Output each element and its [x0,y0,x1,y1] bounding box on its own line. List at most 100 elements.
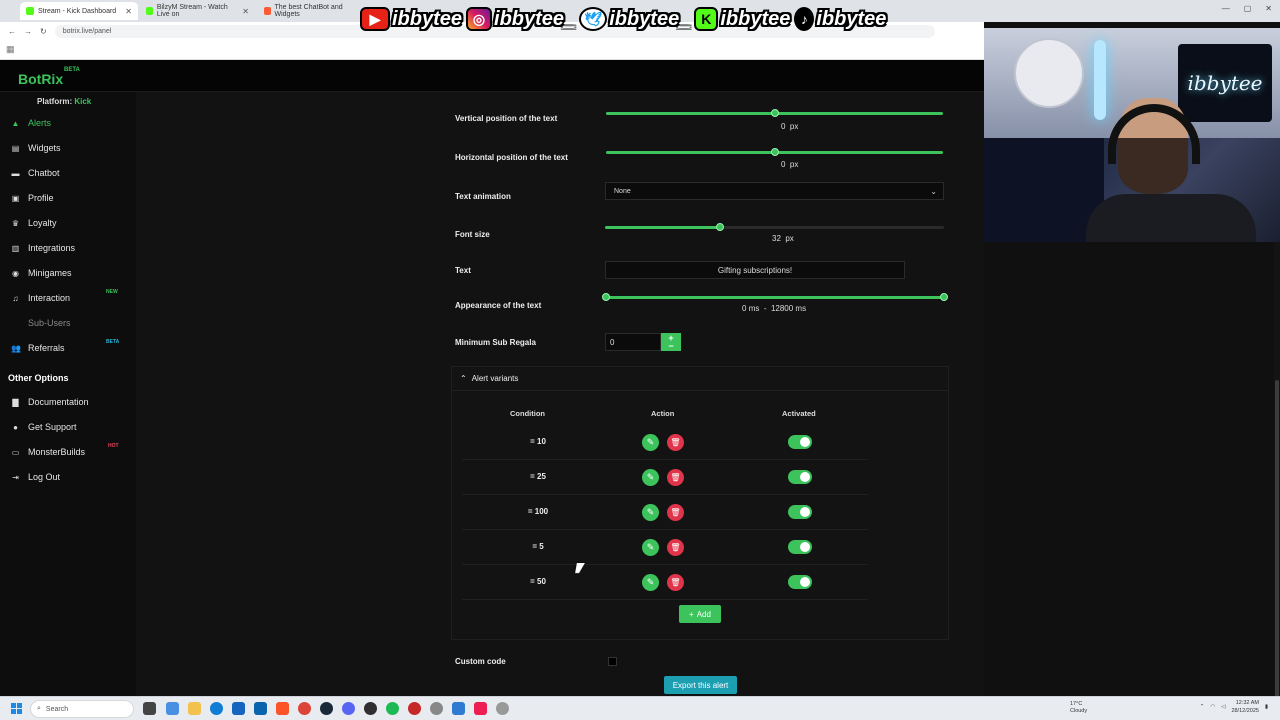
edit-button[interactable]: ✎ [642,469,659,486]
sidebar-item-get-support[interactable]: ● Get Support [0,417,136,437]
value-unit: px [789,122,799,131]
sidebar-item-referrals[interactable]: 👥 Referrals BETA [0,338,136,358]
plus-icon: + [689,609,694,619]
task-view-icon[interactable] [143,702,156,715]
file-explorer-icon[interactable] [188,702,201,715]
edit-button[interactable]: ✎ [642,539,659,556]
users-icon: 👥 [11,343,21,353]
delete-button[interactable]: 🗑 [667,539,684,556]
sidebar-item-label: Profile [28,193,54,203]
close-tab-icon[interactable]: ✕ [242,7,249,16]
range-end-thumb[interactable] [940,293,948,301]
forward-icon[interactable]: → [24,27,32,36]
alert-text-input[interactable]: Gifting subscriptions! [605,261,905,279]
sidebar-item-alerts[interactable]: ▲ Alerts [0,113,136,133]
delete-button[interactable]: 🗑 [667,504,684,521]
system-tray: ⌃ ◠ ◁ 12:32 AM 28/12/2025 ▮ [1200,699,1268,715]
chrome-icon[interactable] [298,702,311,715]
youtube-icon: ▶ [360,7,390,31]
activated-toggle[interactable] [788,575,812,589]
minus-icon[interactable]: − [668,342,673,351]
range-start-thumb[interactable] [602,293,610,301]
scrollbar-thumb[interactable] [1275,380,1279,700]
edit-button[interactable]: ✎ [642,574,659,591]
slider-thumb[interactable] [770,109,779,117]
back-icon[interactable]: ← [8,27,16,36]
tiktok-app-icon[interactable] [474,702,487,715]
sidebar-item-monsterbuilds[interactable]: ▭ MonsterBuilds HOT [0,442,136,462]
activated-toggle[interactable] [788,540,812,554]
activated-toggle[interactable] [788,435,812,449]
volume-icon[interactable]: ◁ [1221,704,1225,710]
font-size-slider[interactable] [605,223,944,231]
steam-icon[interactable] [320,702,333,715]
brave-icon[interactable] [276,702,289,715]
outlook-icon[interactable] [254,702,267,715]
sidebar-item-integrations[interactable]: ▥ Integrations [0,238,136,258]
quantity-stepper[interactable]: + − [661,333,681,351]
weather-widget[interactable]: 17°C Cloudy [1070,701,1087,715]
edit-button[interactable]: ✎ [642,504,659,521]
export-alert-button[interactable]: Export this alert [664,676,737,694]
sidebar-item-sub-users[interactable]: Sub-Users [0,313,136,333]
sidebar-item-log-out[interactable]: ⇥ Log Out [0,467,136,487]
discord-icon[interactable] [342,702,355,715]
copilot-icon[interactable] [166,702,179,715]
wifi-icon[interactable]: ◠ [1210,704,1215,710]
gear-icon[interactable] [496,702,509,715]
browser-tab[interactable]: Stream - Kick Dashboard ✕ [20,2,138,20]
horizontal-position-slider[interactable] [606,148,943,156]
tiktok-icon: ♪ [794,7,815,31]
browser-tab[interactable]: BilzyM Stream - Watch Live on ✕ [140,2,255,20]
min-sub-input[interactable]: 0 [605,333,661,351]
store-icon[interactable] [232,702,245,715]
sidebar-item-profile[interactable]: ▣ Profile [0,188,136,208]
appearance-range-value: 0 ms - 12800 ms [742,304,806,313]
close-window-icon[interactable]: ✕ [1265,4,1272,13]
settings-icon[interactable] [430,702,443,715]
calculator-icon[interactable] [452,702,465,715]
text-animation-select[interactable]: None ⌄ [605,182,944,200]
apps-grid-icon[interactable]: ▦ [6,44,15,55]
sidebar-item-chatbot[interactable]: ▬ Chatbot [0,163,136,183]
sidebar-item-interaction[interactable]: ♫ Interaction NEW [0,288,136,308]
chevron-up-icon[interactable]: ⌃ [1200,704,1205,710]
widgets-icon: ▤ [11,143,20,153]
spotify-icon[interactable] [386,702,399,715]
edge-icon[interactable] [210,702,223,715]
social-youtube: ▶ ibbytee [360,7,462,31]
windows-start-icon[interactable] [11,703,22,714]
close-tab-icon[interactable]: ✕ [125,7,132,16]
clock[interactable]: 12:32 AM 28/12/2025 [1231,699,1259,715]
text-label: Text [455,266,471,275]
taskbar-search[interactable]: ⌕ Search [30,700,134,718]
edit-button[interactable]: ✎ [642,434,659,451]
activated-toggle[interactable] [788,470,812,484]
botrix-logo[interactable]: BotRix BETA [18,67,80,87]
webcam-feed: ibbytee [984,28,1280,242]
slider-thumb[interactable] [770,148,779,156]
vertical-position-slider[interactable] [606,109,943,117]
alert-variants-header[interactable]: ⌃ Alert variants [452,367,948,391]
minimize-icon[interactable]: — [1222,4,1230,13]
sidebar-item-minigames[interactable]: ◉ Minigames [0,263,136,283]
reload-icon[interactable]: ↻ [40,27,47,36]
slider-thumb[interactable] [716,223,725,231]
maximize-icon[interactable]: ▢ [1244,4,1252,13]
app-icon[interactable] [408,702,421,715]
delete-button[interactable]: 🗑 [667,434,684,451]
delete-button[interactable]: 🗑 [667,574,684,591]
sidebar-item-loyalty[interactable]: ♛ Loyalty [0,213,136,233]
obs-icon[interactable] [364,702,377,715]
notification-icon[interactable]: ▮ [1265,704,1268,710]
appearance-range-slider[interactable] [602,293,948,301]
bulldog-artwork [1014,38,1084,108]
sidebar-item-documentation[interactable]: ▇ Documentation [0,392,136,412]
add-variant-button[interactable]: + Add [679,605,721,623]
activated-toggle[interactable] [788,505,812,519]
sidebar-item-widgets[interactable]: ▤ Widgets [0,138,136,158]
browser-tab[interactable]: The best ChatBot and Widgets [258,2,358,20]
custom-code-checkbox[interactable] [608,657,617,666]
sidebar-item-label: Alerts [28,118,52,128]
delete-button[interactable]: 🗑 [667,469,684,486]
